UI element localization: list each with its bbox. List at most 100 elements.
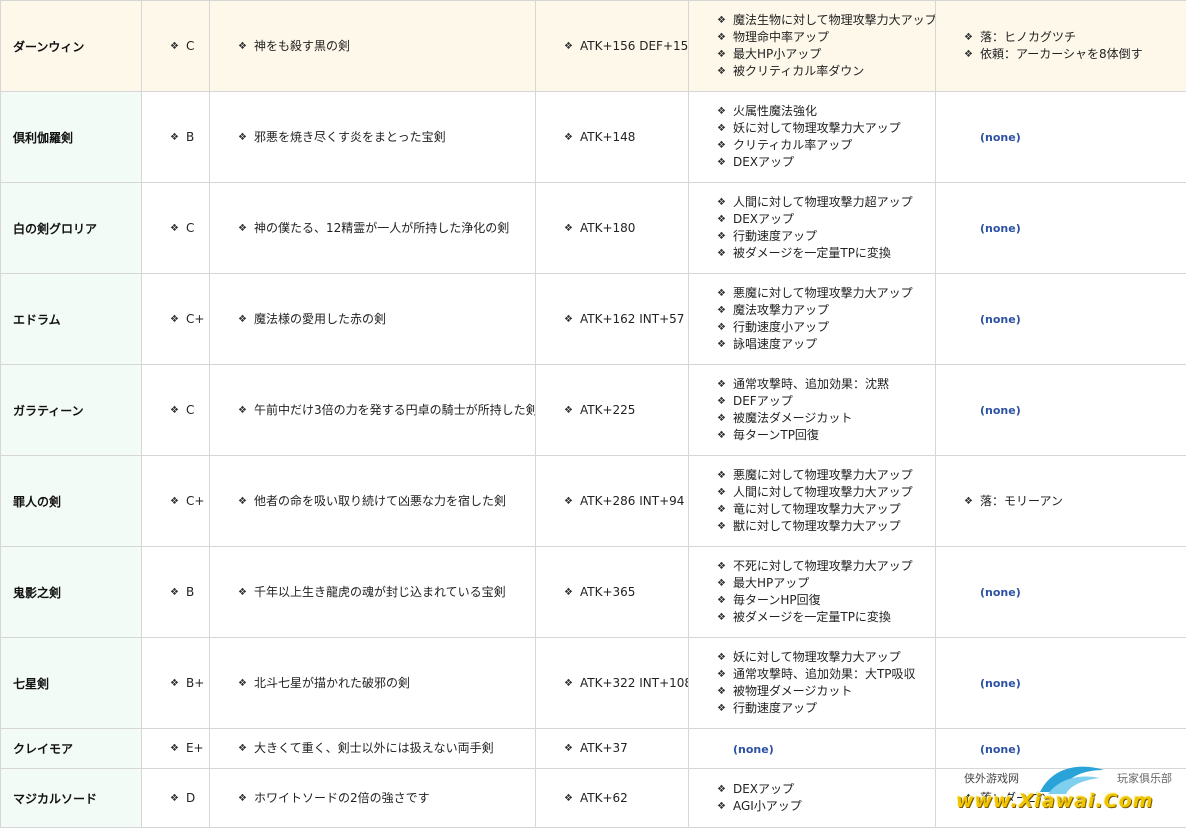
stats-cell: ❖ ATK+148 bbox=[535, 91, 689, 183]
source-item-text: 依頼：アーカーシャを8体倒す bbox=[979, 47, 1143, 61]
bullet-icon: ❖ bbox=[564, 586, 573, 598]
source-cell: (none) bbox=[935, 273, 1186, 365]
description-cell: ❖ 魔法様の愛用した赤の剣 bbox=[209, 273, 536, 365]
none-label: (none) bbox=[980, 313, 1021, 326]
weapon-rank-text: B+ bbox=[185, 675, 205, 690]
bullet-icon: ❖ bbox=[717, 379, 726, 390]
weapon-description-text: 他者の命を吸い取り続けて凶悪な力を宿した剣 bbox=[253, 493, 506, 508]
effect-item-text: クリティカル率アップ bbox=[732, 138, 853, 152]
rank-cell: ❖ C+ bbox=[141, 273, 210, 365]
weapon-rank-text: D bbox=[185, 790, 196, 805]
weapon-rank: ❖ C bbox=[170, 402, 209, 419]
bullet-icon: ❖ bbox=[238, 586, 247, 598]
weapon-stats-text: ATK+365 bbox=[579, 584, 636, 599]
stats-cell: ❖ ATK+225 bbox=[535, 364, 689, 456]
weapon-stats: ❖ ATK+148 bbox=[564, 129, 688, 146]
effect-item: ❖ 行動速度アップ bbox=[717, 228, 935, 245]
stats-cell: ❖ ATK+180 bbox=[535, 182, 689, 274]
effect-item: ❖ DEXアップ bbox=[717, 154, 935, 171]
effect-item: ❖ 魔法攻撃力アップ bbox=[717, 302, 935, 319]
weapon-rank: ❖ D bbox=[170, 790, 209, 807]
weapon-stats: ❖ ATK+62 bbox=[564, 790, 688, 807]
bullet-icon: ❖ bbox=[717, 652, 726, 663]
effect-item: ❖ 妖に対して物理攻撃力大アップ bbox=[717, 649, 935, 666]
effect-item: ❖ 行動速度小アップ bbox=[717, 319, 935, 336]
weapon-table: ダーンウィン ❖ C ❖ 神をも殺す黒の剣 ❖ ATK+156 DEF+15 ❖ 魔法生物に対し… bbox=[0, 0, 1186, 828]
weapon-rank-text: B bbox=[185, 129, 195, 144]
weapon-description: ❖ 邪悪を焼き尽くす炎をまとった宝剣 bbox=[238, 129, 535, 146]
effect-item-text: 行動速度アップ bbox=[732, 701, 817, 715]
effect-item: ❖ 火属性魔法強化 bbox=[717, 103, 935, 120]
weapon-name: 罪人の剣 bbox=[0, 455, 142, 547]
weapon-stats: ❖ ATK+156 DEF+15 bbox=[564, 38, 688, 55]
bullet-icon: ❖ bbox=[238, 40, 247, 52]
bullet-icon: ❖ bbox=[170, 404, 179, 416]
bullet-icon: ❖ bbox=[170, 792, 179, 804]
effect-item-text: 毎ターンTP回復 bbox=[732, 428, 819, 442]
effects-cell: ❖ 妖に対して物理攻撃力大アップ ❖ 通常攻撃時、追加効果：大TP吸収 ❖ 被物理ダメージ… bbox=[688, 637, 936, 729]
weapon-description-text: 神をも殺す黒の剣 bbox=[253, 38, 350, 53]
bullet-icon: ❖ bbox=[564, 404, 573, 416]
rank-cell: ❖ E+ bbox=[141, 728, 210, 769]
effect-item: ❖ 竜に対して物理攻撃力大アップ bbox=[717, 501, 935, 518]
bullet-icon: ❖ bbox=[717, 430, 726, 441]
bullet-icon: ❖ bbox=[170, 743, 179, 754]
bullet-icon: ❖ bbox=[564, 677, 573, 689]
effect-item: ❖ 魔法生物に対して物理攻撃力大アップ bbox=[717, 12, 935, 29]
effect-item: ❖ 被物理ダメージカット bbox=[717, 683, 935, 700]
bullet-icon: ❖ bbox=[717, 396, 726, 407]
effect-item: ❖ クリティカル率アップ bbox=[717, 137, 935, 154]
effect-item: ❖ DEXアップ bbox=[717, 211, 935, 228]
effect-item: ❖ 被ダメージを一定量TPに変換 bbox=[717, 609, 935, 626]
effects-cell: ❖ 火属性魔法強化 ❖ 妖に対して物理攻撃力大アップ ❖ クリティカル率アップ ❖ DEXアッ… bbox=[688, 91, 936, 183]
effect-item: ❖ 毎ターンTP回復 bbox=[717, 427, 935, 444]
bullet-icon: ❖ bbox=[717, 413, 726, 424]
effects-cell: ❖ 人間に対して物理攻撃力超アップ ❖ DEXアップ ❖ 行動速度アップ ❖ 被ダメージを一定… bbox=[688, 182, 936, 274]
effect-item: ❖ 行動速度アップ bbox=[717, 700, 935, 717]
none-label: (none) bbox=[980, 222, 1021, 235]
effect-item-text: 魔法生物に対して物理攻撃力大アップ bbox=[732, 13, 936, 27]
bullet-icon: ❖ bbox=[717, 305, 726, 316]
effect-item-text: 魔法攻撃力アップ bbox=[732, 303, 829, 317]
effect-item-text: 通常攻撃時、追加効果：大TP吸収 bbox=[732, 667, 916, 681]
effect-item: ❖ 最大HP小アップ bbox=[717, 46, 935, 63]
effects-cell: ❖ DEXアップ ❖ AGI小アップ bbox=[688, 768, 936, 828]
effect-item-text: 人間に対して物理攻撃力大アップ bbox=[732, 485, 913, 499]
watermark: 侠外游戏网 玩家俱乐部 www.Xiawai.Com bbox=[950, 760, 1186, 829]
bullet-icon: ❖ bbox=[717, 15, 726, 26]
effects-cell: ❖ 魔法生物に対して物理攻撃力大アップ ❖ 物理命中率アップ ❖ 最大HP小アップ ❖ 被クリ… bbox=[688, 0, 936, 92]
effects-cell: ❖ 悪魔に対して物理攻撃力大アップ ❖ 魔法攻撃力アップ ❖ 行動速度小アップ ❖ 詠唱速度ア… bbox=[688, 273, 936, 365]
bullet-icon: ❖ bbox=[964, 495, 973, 507]
weapon-rank-text: C bbox=[185, 220, 195, 235]
watermark-right-text: 玩家俱乐部 bbox=[1117, 772, 1172, 785]
weapon-rank: ❖ C+ bbox=[170, 311, 209, 328]
bullet-icon: ❖ bbox=[717, 322, 726, 333]
none-label: (none) bbox=[733, 742, 774, 756]
weapon-description-text: 神の僕たる、12精霊が一人が所持した浄化の剣 bbox=[253, 220, 510, 235]
weapon-stats-text: ATK+162 INT+57 bbox=[579, 311, 685, 326]
weapon-stats-text: ATK+322 INT+108 bbox=[579, 675, 689, 690]
effect-item: ❖ 不死に対して物理攻撃力大アップ bbox=[717, 558, 935, 575]
effect-item: ❖ 物理命中率アップ bbox=[717, 29, 935, 46]
effect-item-text: 被物理ダメージカット bbox=[732, 684, 853, 698]
bullet-icon: ❖ bbox=[170, 40, 179, 52]
weapon-rank-text: C+ bbox=[185, 311, 205, 326]
bullet-icon: ❖ bbox=[564, 131, 573, 143]
effect-item-text: 妖に対して物理攻撃力大アップ bbox=[732, 650, 901, 664]
bullet-icon: ❖ bbox=[238, 495, 247, 507]
weapon-name: マジカルソード bbox=[0, 768, 142, 828]
effect-item-text: 物理命中率アップ bbox=[732, 30, 829, 44]
effect-item-text: 最大HP小アップ bbox=[732, 47, 822, 61]
bullet-icon: ❖ bbox=[717, 686, 726, 697]
effect-item: ❖ 通常攻撃時、追加効果：大TP吸収 bbox=[717, 666, 935, 683]
effect-item: ❖ 悪魔に対して物理攻撃力大アップ bbox=[717, 285, 935, 302]
bullet-icon: ❖ bbox=[717, 784, 726, 795]
description-cell: ❖ 大きくて重く、剣士以外には扱えない両手剣 bbox=[209, 728, 536, 769]
weapon-table-body: ダーンウィン ❖ C ❖ 神をも殺す黒の剣 ❖ ATK+156 DEF+15 ❖ 魔法生物に対し… bbox=[0, 0, 1186, 828]
weapon-stats: ❖ ATK+162 INT+57 bbox=[564, 311, 688, 328]
weapon-name: エドラム bbox=[0, 273, 142, 365]
bullet-icon: ❖ bbox=[964, 32, 973, 43]
effect-item: ❖ 被ダメージを一定量TPに変換 bbox=[717, 245, 935, 262]
bullet-icon: ❖ bbox=[717, 106, 726, 117]
weapon-stats-text: ATK+62 bbox=[579, 790, 628, 805]
